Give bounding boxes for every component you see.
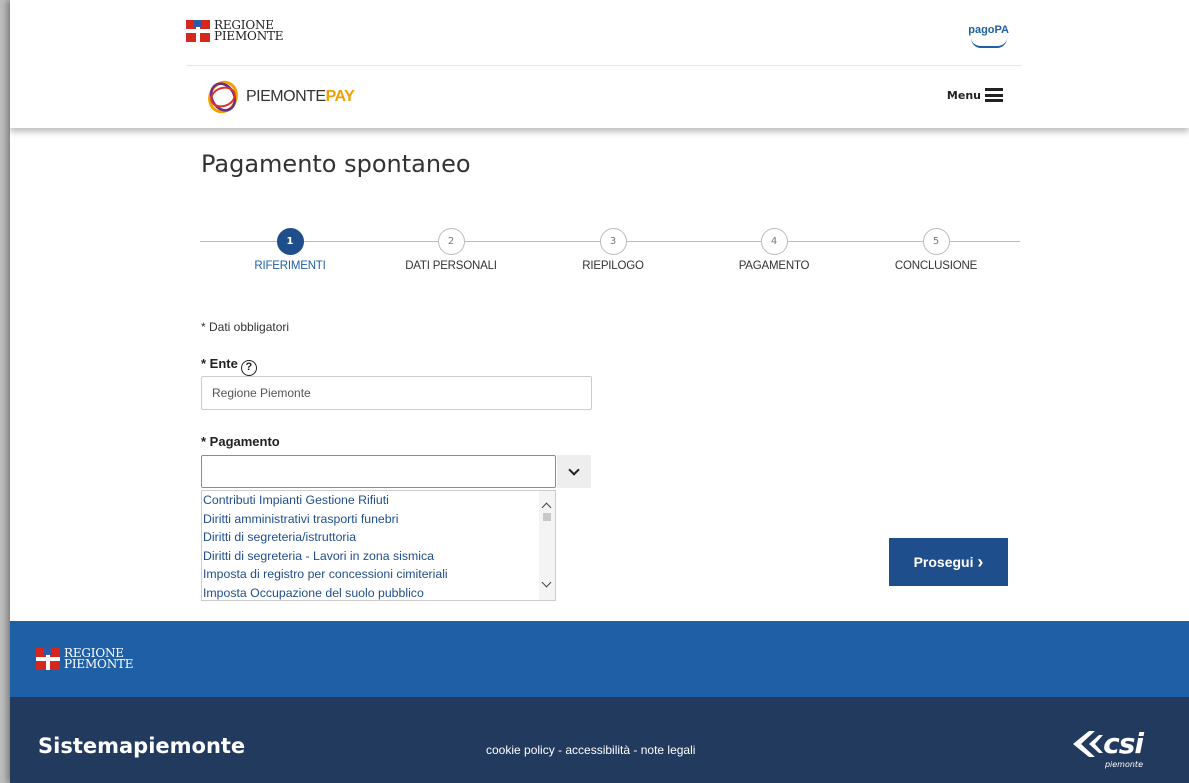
step-label: CONCLUSIONE — [894, 260, 978, 272]
piemonte-flag-icon — [186, 20, 210, 42]
browser-page: REGIONE PIEMONTE pagoPA PIEMONTEPAY Menu… — [10, 0, 1189, 783]
footer-regione-logo[interactable]: REGIONE PIEMONTE — [36, 647, 134, 671]
regione-piemonte-logo[interactable]: REGIONE PIEMONTE — [186, 19, 284, 43]
step-number: 3 — [599, 228, 627, 255]
header-top-row: REGIONE PIEMONTE pagoPA — [186, 18, 1021, 66]
ente-label-row: * Ente? — [201, 356, 257, 376]
footer-bottom: Sistemapiemonte cookie policy - accessib… — [10, 697, 1189, 783]
brand-prefix: PIEMONTE — [246, 88, 326, 105]
hamburger-icon — [985, 88, 1003, 102]
step-number: 4 — [760, 228, 788, 255]
step-label: RIFERIMENTI — [254, 260, 326, 272]
list-item[interactable]: Imposta di registro per concessioni cimi… — [202, 565, 555, 584]
step-riferimenti: 1 RIFERIMENTI — [210, 228, 370, 272]
pagopa-arc-icon — [971, 38, 1007, 48]
step-number: 2 — [437, 228, 465, 255]
progress-stepper: 1 RIFERIMENTI 2 DATI PERSONALI 3 RIEPILO… — [200, 228, 1020, 278]
chevron-right-icon: › — [977, 552, 984, 572]
step-label: PAGAMENTO — [738, 260, 810, 272]
step-label: RIEPILOGO — [582, 260, 644, 272]
csi-text: csi — [1103, 727, 1144, 760]
piemontepay-ring-icon — [208, 80, 238, 114]
csi-logo[interactable]: csi piemonte — [1069, 727, 1144, 769]
piemonte-flag-icon — [36, 648, 60, 670]
sistemapiemonte-logo[interactable]: Sistemapiemonte — [38, 734, 245, 758]
ente-label: * Ente — [201, 356, 238, 371]
help-icon[interactable]: ? — [240, 360, 257, 376]
logo-line-2: PIEMONTE — [214, 29, 284, 43]
csi-arrows-icon — [1073, 730, 1104, 757]
list-item[interactable]: Diritti amministrativi trasporti funebri — [202, 510, 555, 529]
scroll-down-icon[interactable] — [541, 577, 552, 588]
prosegui-label: Prosegui — [913, 554, 974, 570]
pagopa-logo[interactable]: pagoPA — [968, 24, 1009, 36]
site-header: REGIONE PIEMONTE pagoPA PIEMONTEPAY Menu — [10, 0, 1189, 128]
chevron-down-icon — [568, 463, 580, 476]
step-conclusione: 5 CONCLUSIONE — [856, 228, 1016, 272]
pagamento-select-input[interactable] — [201, 455, 556, 488]
step-dati-personali: 2 DATI PERSONALI — [371, 228, 531, 272]
footer-links[interactable]: cookie policy - accessibilità - note leg… — [486, 743, 695, 757]
step-label: DATI PERSONALI — [405, 260, 497, 272]
csi-subtitle: piemonte — [1104, 760, 1143, 769]
pagamento-options-list[interactable]: Contributi Impianti Gestione Rifiuti Dir… — [201, 490, 556, 601]
pagamento-dropdown-button[interactable] — [557, 455, 591, 488]
menu-button[interactable]: Menu — [947, 88, 1003, 102]
list-scrollbar[interactable] — [539, 491, 555, 600]
footer-logo-line-2: PIEMONTE — [64, 657, 134, 671]
ente-field[interactable]: Regione Piemonte — [201, 376, 592, 410]
step-pagamento: 4 PAGAMENTO — [694, 228, 854, 272]
step-riepilogo: 3 RIEPILOGO — [533, 228, 693, 272]
prosegui-button[interactable]: Prosegui › — [889, 538, 1008, 586]
menu-label: Menu — [946, 88, 981, 102]
list-item[interactable]: Diritti di segreteria - Lavori in zona s… — [202, 547, 555, 566]
list-item[interactable]: Contributi Impianti Gestione Rifiuti — [202, 491, 555, 510]
step-number: 1 — [276, 228, 304, 255]
brand-suffix: PAY — [325, 88, 355, 105]
list-item[interactable]: Diritti di segreteria/istruttoria — [202, 528, 555, 547]
page-title: Pagamento spontaneo — [201, 150, 471, 178]
list-item[interactable]: Imposta Occupazione del suolo pubblico — [202, 584, 555, 600]
scroll-thumb[interactable] — [543, 513, 551, 521]
step-number: 5 — [922, 228, 950, 255]
footer-region-band: REGIONE PIEMONTE — [10, 621, 1189, 697]
required-fields-note: * Dati obbligatori — [201, 320, 290, 334]
piemontepay-logo[interactable]: PIEMONTEPAY — [206, 80, 355, 114]
pagamento-label: * Pagamento — [201, 434, 280, 449]
scroll-up-icon[interactable] — [541, 502, 552, 513]
